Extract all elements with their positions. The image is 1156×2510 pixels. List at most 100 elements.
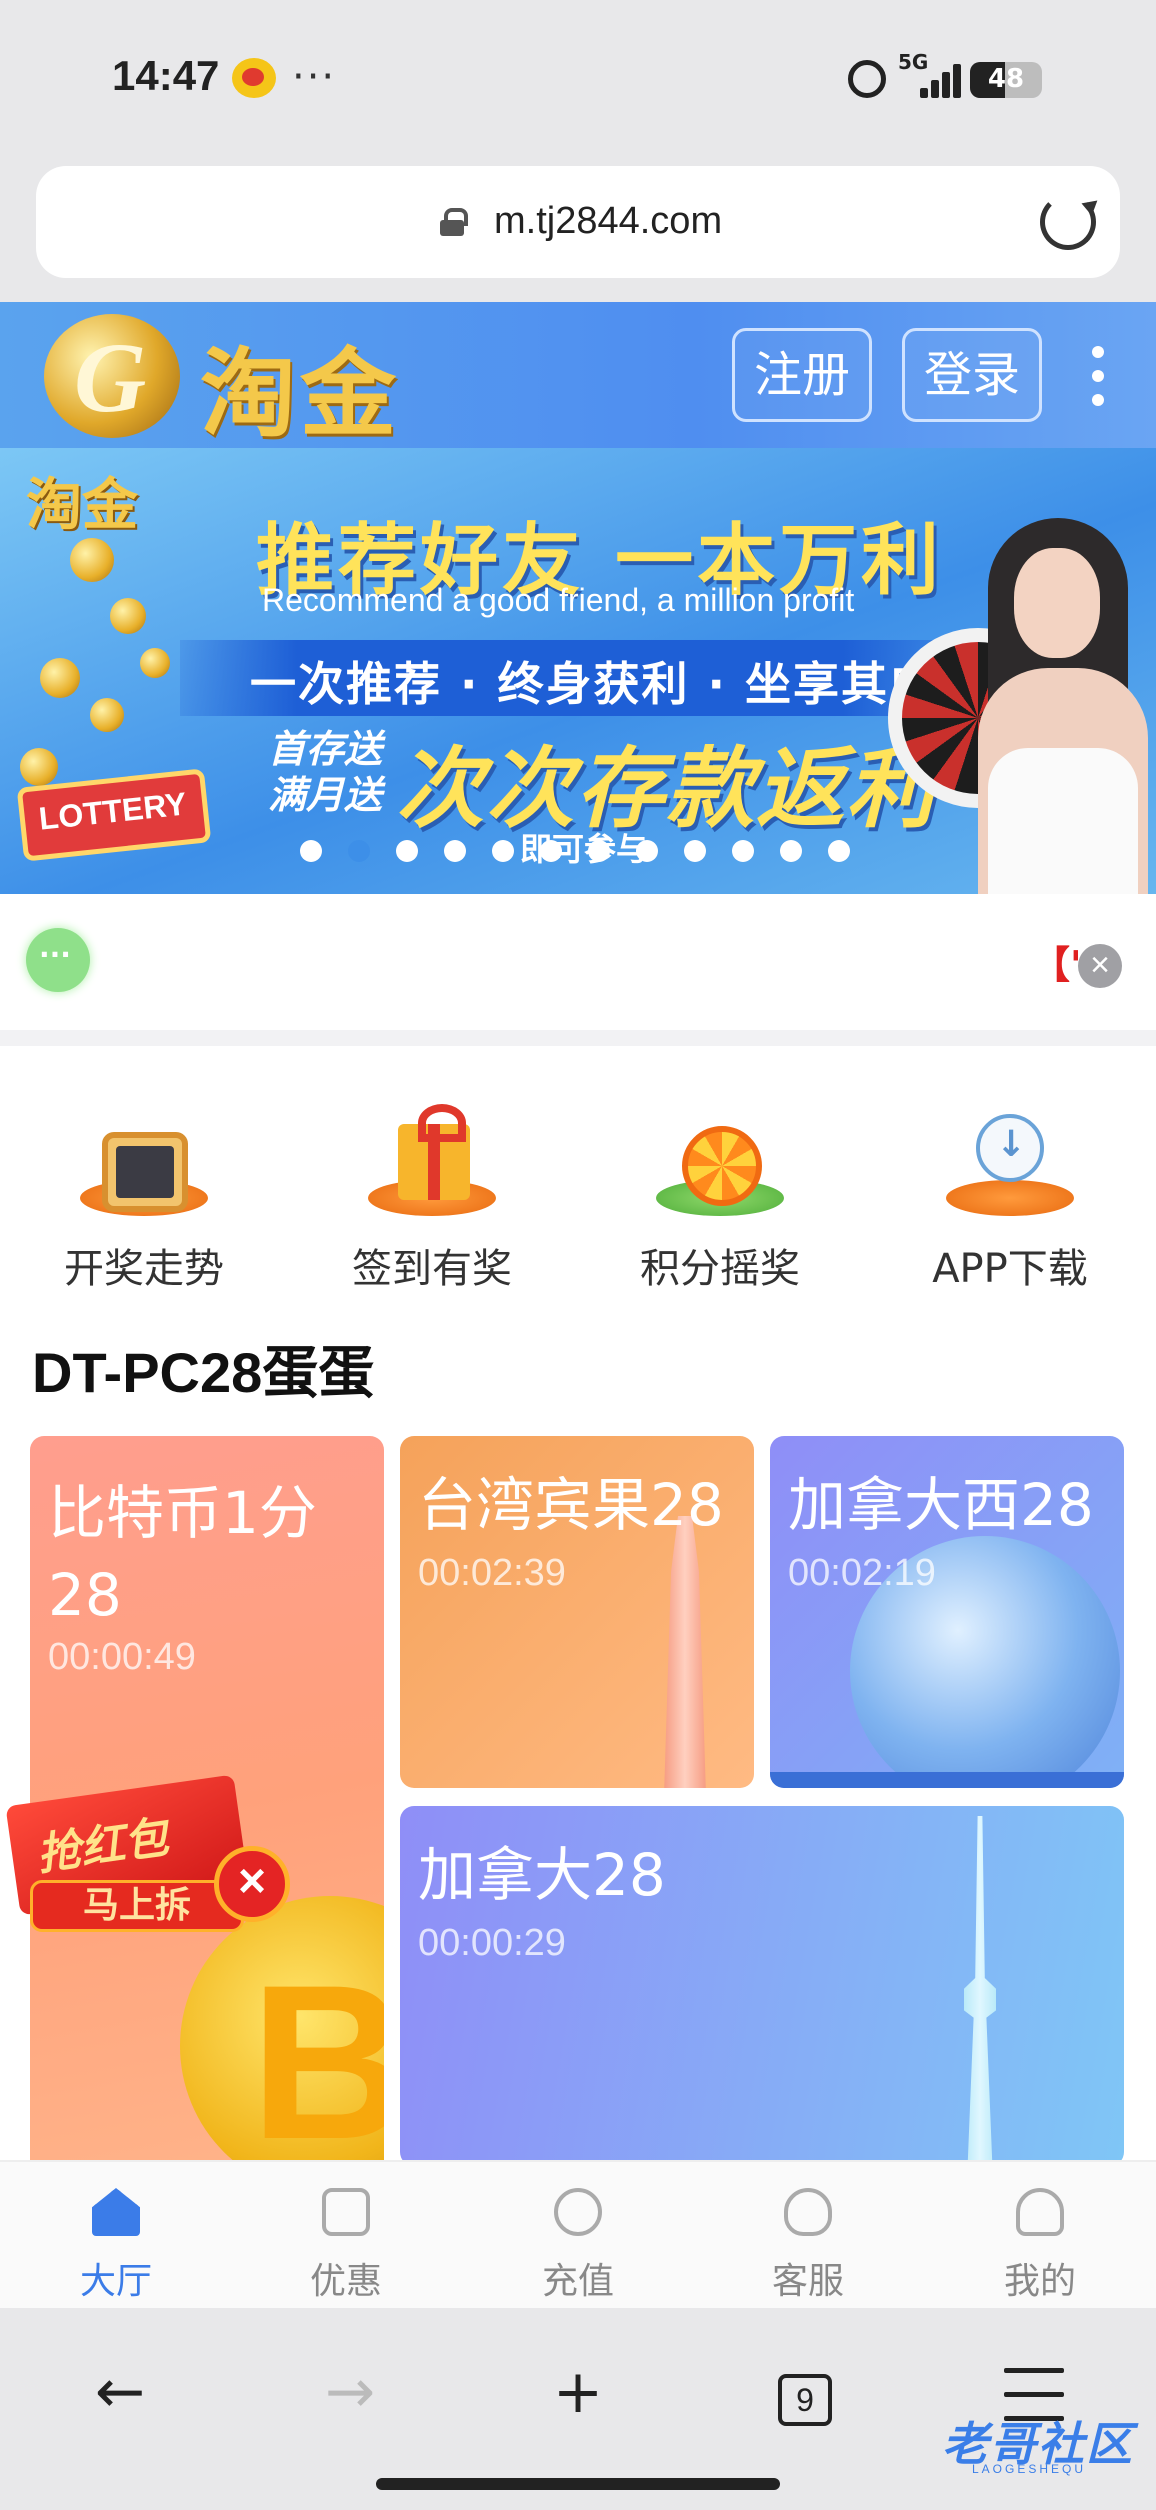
shortcut-points-lottery[interactable]: 积分摇奖: [600, 1084, 840, 1292]
back-arrow-icon[interactable]: ←: [80, 2354, 160, 2434]
game-timer: 00:00:49: [48, 1636, 196, 1678]
carousel-dot[interactable]: [348, 840, 370, 862]
bitcoin-icon: [180, 1896, 384, 2160]
weibo-notification-icon: [232, 58, 276, 98]
chat-icon[interactable]: [26, 928, 90, 992]
open-red-packet-button[interactable]: 马上拆: [30, 1880, 244, 1932]
nav-label: 大厅: [79, 2261, 152, 2302]
plate-decoration: [946, 1180, 1074, 1216]
notice-text: 【': [1032, 943, 1082, 987]
promo-banner[interactable]: 淘金 推荐好友 一本万利 Recommend a good friend, a …: [0, 448, 1156, 894]
download-icon: [976, 1114, 1044, 1182]
taipei-tower-icon: [664, 1516, 706, 1788]
bottom-nav: 大厅 优惠 充值 客服 我的: [0, 2160, 1156, 2308]
game-card-canada[interactable]: 加拿大28 00:00:29: [400, 1806, 1124, 2160]
site-header: 淘金 注册 登录: [0, 302, 1156, 450]
login-button[interactable]: 登录: [902, 328, 1042, 422]
recharge-icon: [554, 2188, 602, 2236]
banner-small-line: 首存送: [268, 727, 383, 771]
url-text[interactable]: m.tj2844.com: [494, 200, 722, 243]
nav-item-recharge[interactable]: 充值: [488, 2178, 668, 2302]
coupon-icon: [322, 2188, 370, 2236]
network-type: 5G: [898, 50, 929, 74]
coin-decoration: [40, 658, 80, 698]
game-timer: 00:00:29: [418, 1922, 566, 1964]
game-card-canada-west[interactable]: 加拿大西28 00:02:19: [770, 1436, 1124, 1788]
game-timer: 00:02:39: [418, 1552, 566, 1594]
carousel-dot[interactable]: [540, 840, 562, 862]
more-notifications-icon: ···: [292, 54, 337, 100]
home-indicator[interactable]: [376, 2478, 780, 2490]
cn-tower-icon: [964, 1816, 996, 2160]
address-bar[interactable]: m.tj2844.com: [36, 166, 1120, 278]
carousel-dot[interactable]: [492, 840, 514, 862]
carousel-dots: [300, 840, 860, 864]
shortcut-label: 签到有奖: [352, 1246, 512, 1292]
carousel-dot[interactable]: [588, 840, 610, 862]
coin-decoration: [70, 538, 114, 582]
sphere-base: [770, 1772, 1124, 1788]
section-title: DT-PC28蛋蛋: [32, 1341, 375, 1404]
banner-small-line: 满月送: [268, 773, 383, 817]
banner-logo: 淘金: [26, 473, 138, 538]
shortcut-label: 积分摇奖: [640, 1246, 800, 1292]
game-name: 加拿大28: [418, 1841, 666, 1909]
divider: [0, 1030, 1156, 1046]
reload-icon[interactable]: [1040, 194, 1096, 250]
alarm-icon: [848, 60, 886, 98]
game-timer: 00:02:19: [788, 1552, 936, 1594]
gift-icon: [398, 1104, 470, 1200]
nav-item-lobby[interactable]: 大厅: [26, 2178, 206, 2302]
support-icon: [784, 2188, 832, 2236]
red-packet-widget[interactable]: 抢红包 马上拆: [5, 1774, 252, 1932]
nav-item-profile[interactable]: 我的: [950, 2178, 1130, 2302]
lottery-sign-text: LOTTERY: [37, 785, 189, 837]
shortcut-draw-trend[interactable]: 开奖走势: [24, 1084, 264, 1292]
carousel-dot[interactable]: [636, 840, 658, 862]
prize-wheel-icon: [682, 1126, 762, 1206]
nav-item-support[interactable]: 客服: [718, 2178, 898, 2302]
shortcut-app-download[interactable]: APP下载: [890, 1084, 1130, 1292]
coin-decoration: [140, 648, 170, 678]
carousel-dot[interactable]: [396, 840, 418, 862]
banner-model-image: [888, 518, 1156, 894]
carousel-dot[interactable]: [732, 840, 754, 862]
nav-label: 充值: [541, 2261, 614, 2302]
logo-text[interactable]: 淘金: [200, 316, 400, 455]
shortcut-label: APP下载: [932, 1246, 1088, 1292]
red-packet-close-icon[interactable]: ×: [214, 1846, 290, 1922]
battery-icon: 48: [970, 62, 1042, 98]
forward-arrow-icon[interactable]: →: [310, 2354, 390, 2434]
carousel-dot[interactable]: [444, 840, 466, 862]
tabs-count-button[interactable]: 9: [778, 2374, 832, 2426]
main-content: 开奖走势 签到有奖 积分摇奖 APP下载 DT-PC28蛋蛋 比特币1分28 0…: [0, 1046, 1156, 2160]
banner-small-text: 首存送 满月送: [268, 726, 382, 818]
status-time: 14:47: [112, 52, 220, 99]
game-name: 加拿大西28: [788, 1471, 1094, 1539]
watermark-logo: 老哥社区 LAOGESHEQU: [900, 2408, 1140, 2478]
carousel-dot[interactable]: [828, 840, 850, 862]
new-tab-plus-icon[interactable]: +: [538, 2354, 618, 2434]
lock-icon: [440, 208, 468, 236]
carousel-dot[interactable]: [780, 840, 802, 862]
notice-close-button[interactable]: ×: [1078, 944, 1122, 988]
watermark-subtext: LAOGESHEQU: [972, 2462, 1087, 2476]
game-card-taiwan-bingo[interactable]: 台湾宾果28 00:02:39: [400, 1436, 754, 1788]
game-name: 台湾宾果28: [418, 1471, 724, 1539]
carousel-dot[interactable]: [684, 840, 706, 862]
nav-label: 我的: [1003, 2261, 1076, 2302]
banner-subtitle: Recommend a good friend, a million profi…: [262, 582, 855, 618]
signal-icon: 5G: [898, 50, 961, 100]
register-button[interactable]: 注册: [732, 328, 872, 422]
nav-label: 优惠: [309, 2261, 382, 2302]
profile-icon: [1016, 2188, 1064, 2236]
coin-decoration: [110, 598, 146, 634]
carousel-dot[interactable]: [300, 840, 322, 862]
banner-headline: 次次存款返利: [396, 737, 937, 840]
shortcut-checkin[interactable]: 签到有奖: [312, 1084, 552, 1292]
coin-decoration: [90, 698, 124, 732]
more-menu-icon[interactable]: [1088, 342, 1108, 412]
nav-item-promotions[interactable]: 优惠: [256, 2178, 436, 2302]
logo-icon[interactable]: [44, 314, 180, 438]
nav-label: 客服: [771, 2261, 844, 2302]
